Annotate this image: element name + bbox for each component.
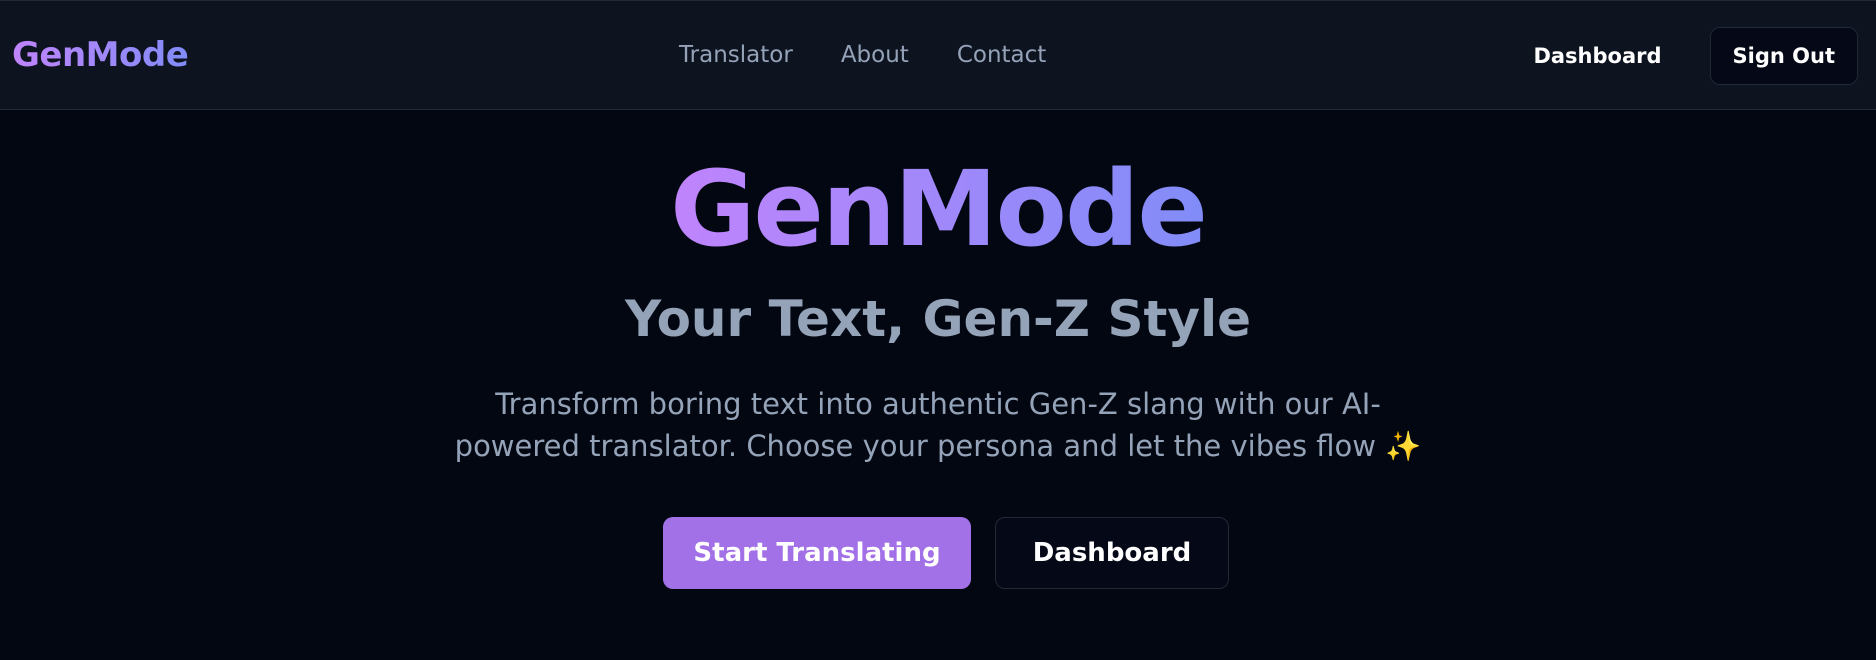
- start-translating-button[interactable]: Start Translating: [663, 517, 971, 589]
- nav-link-about[interactable]: About: [841, 39, 909, 71]
- navbar: GenMode Translator About Contact Dashboa…: [0, 0, 1876, 110]
- nav-link-contact[interactable]: Contact: [957, 39, 1046, 71]
- nav-link-translator[interactable]: Translator: [679, 39, 793, 71]
- nav-links: Translator About Contact: [679, 39, 1046, 71]
- hero-actions: Start Translating Dashboard: [0, 517, 1876, 589]
- hero-section: GenMode Your Text, Gen-Z Style Transform…: [0, 111, 1876, 589]
- hero-subtitle: Your Text, Gen-Z Style: [624, 290, 1252, 348]
- hero-dashboard-button[interactable]: Dashboard: [995, 517, 1229, 589]
- hero-title: GenMode: [670, 148, 1208, 270]
- brand-logo[interactable]: GenMode: [12, 33, 189, 77]
- sign-out-button[interactable]: Sign Out: [1709, 27, 1858, 85]
- nav-actions: Dashboard Sign Out: [1509, 27, 1858, 85]
- nav-dashboard-button[interactable]: Dashboard: [1509, 30, 1685, 82]
- hero-description: Transform boring text into authentic Gen…: [454, 387, 1422, 463]
